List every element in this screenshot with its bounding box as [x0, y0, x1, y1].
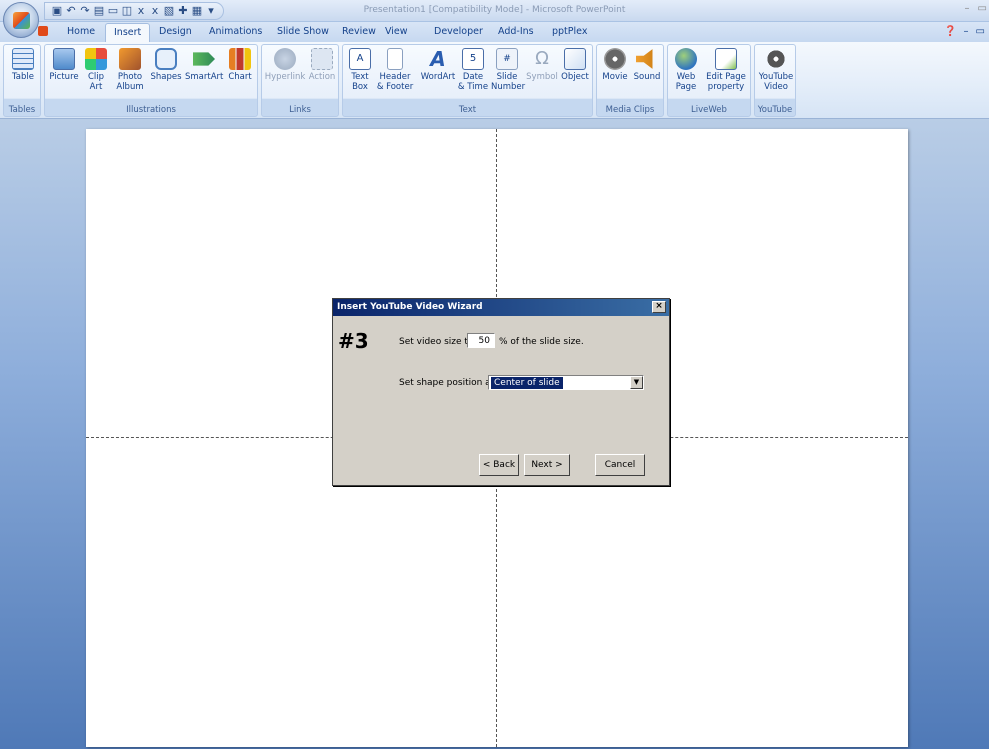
object-button[interactable]: Object — [559, 48, 591, 82]
calendar-icon: 5 — [462, 48, 484, 70]
speaker-icon — [636, 49, 653, 69]
ribbon-tabs: Home Insert Design Animations Slide Show… — [0, 22, 989, 43]
ribbon-controls: ❓ – ▭ — [944, 26, 985, 37]
text-box-icon: A — [349, 48, 371, 70]
table-button[interactable]: Table — [8, 48, 38, 82]
action-icon — [311, 48, 333, 70]
window-controls: – ▭ — [965, 3, 987, 14]
group-liveweb: Web Page Edit Page property LiveWeb — [667, 44, 751, 117]
dialog-title: Insert YouTube Video Wizard — [333, 299, 669, 316]
size-suffix-label: % of the slide size. — [499, 337, 584, 347]
shapes-button[interactable]: Shapes — [149, 48, 183, 82]
position-select[interactable]: Center of slide ▼ — [488, 375, 644, 390]
chart-button[interactable]: Chart — [225, 48, 255, 82]
hyperlink-button[interactable]: Hyperlink — [264, 48, 306, 82]
action-button[interactable]: Action — [306, 48, 338, 82]
group-links: Hyperlink Action Links — [261, 44, 339, 117]
smartart-button[interactable]: SmartArt — [185, 48, 223, 82]
slide-number-icon: # — [496, 48, 518, 70]
slide-number-button[interactable]: # Slide Number — [491, 48, 525, 92]
tab-view[interactable]: View — [385, 26, 408, 37]
restore-icon[interactable]: ▭ — [978, 3, 987, 14]
size-prefix-label: Set video size to — [399, 337, 474, 347]
tab-animations[interactable]: Animations — [209, 26, 262, 37]
header-footer-icon — [387, 48, 403, 70]
web-page-button[interactable]: Web Page — [670, 48, 702, 92]
tab-slide-show[interactable]: Slide Show — [277, 26, 329, 37]
group-illustrations: Picture Clip Art Photo Album Shapes Smar… — [44, 44, 258, 117]
picture-button[interactable]: Picture — [49, 48, 79, 82]
group-label-youtube: YouTube — [757, 105, 793, 115]
youtube-wizard-dialog: Insert YouTube Video Wizard × #3 Set vid… — [332, 298, 670, 486]
group-label-tables: Tables — [8, 105, 36, 115]
group-text: A Text Box Header & Footer A WordArt 5 D… — [342, 44, 593, 117]
shapes-icon — [155, 48, 177, 70]
tab-review[interactable]: Review — [342, 26, 376, 37]
omega-icon: Ω — [535, 48, 549, 69]
header-footer-button[interactable]: Header & Footer — [375, 48, 415, 92]
group-label-illustrations: Illustrations — [126, 105, 176, 115]
window-title: Presentation1 [Compatibility Mode] - Mic… — [363, 5, 626, 15]
tab-add-ins[interactable]: Add-Ins — [498, 26, 534, 37]
position-label: Set shape position at: — [399, 378, 498, 388]
wordart-icon: A — [430, 47, 446, 71]
clip-art-button[interactable]: Clip Art — [81, 48, 111, 92]
minimize-icon[interactable]: – — [965, 3, 970, 14]
title-bar: ▣ ↶ ↷ ▤ ▭ ◫ x x ▧ ✚ ▦ ▾ Presentation1 [C… — [0, 0, 989, 22]
group-label-text: Text — [458, 105, 477, 115]
clip-art-icon — [85, 48, 107, 70]
group-media-clips: Movie Sound Media Clips — [596, 44, 664, 117]
group-label-liveweb: LiveWeb — [691, 105, 727, 115]
photo-album-icon — [119, 48, 141, 70]
dropdown-arrow-icon[interactable]: ▼ — [630, 376, 643, 389]
tab-design[interactable]: Design — [159, 26, 192, 37]
photo-album-button[interactable]: Photo Album — [113, 48, 147, 92]
globe-icon — [675, 48, 697, 70]
tab-addins-icon[interactable] — [38, 26, 48, 39]
tab-developer[interactable]: Developer — [434, 26, 483, 37]
step-number: #3 — [338, 329, 369, 353]
symbol-button[interactable]: Ω Symbol — [525, 48, 559, 82]
table-icon — [12, 48, 34, 70]
tab-pptplex[interactable]: pptPlex — [552, 26, 587, 37]
group-label-media: Media Clips — [605, 105, 655, 115]
ribbon: Table Tables Picture Clip Art Photo Albu… — [0, 42, 989, 119]
cancel-button[interactable]: Cancel — [595, 454, 645, 476]
sound-button[interactable]: Sound — [631, 48, 663, 82]
movie-button[interactable]: Movie — [599, 48, 631, 82]
edit-page-icon — [715, 48, 737, 70]
text-box-button[interactable]: A Text Box — [347, 48, 373, 92]
hyperlink-icon — [274, 48, 296, 70]
office-logo-icon — [13, 12, 30, 29]
tab-home[interactable]: Home — [67, 26, 95, 37]
ribbon-minimize-icon[interactable]: – — [964, 26, 969, 37]
youtube-film-icon — [765, 48, 787, 70]
tab-insert[interactable]: Insert — [105, 23, 151, 43]
film-reel-icon — [604, 48, 626, 70]
office-button[interactable] — [3, 2, 39, 38]
group-tables: Table Tables — [3, 44, 41, 117]
close-icon[interactable]: × — [652, 301, 666, 313]
edit-page-property-button[interactable]: Edit Page property — [702, 48, 750, 92]
smartart-icon — [193, 52, 215, 66]
ribbon-restore-icon[interactable]: ▭ — [976, 26, 985, 37]
object-icon — [564, 48, 586, 70]
position-select-value: Center of slide — [491, 377, 563, 389]
youtube-video-button[interactable]: YouTube Video — [757, 48, 795, 92]
next-button[interactable]: Next > — [524, 454, 570, 476]
picture-icon — [53, 48, 75, 70]
group-label-links: Links — [289, 105, 311, 115]
wordart-button[interactable]: A WordArt — [419, 48, 457, 82]
video-size-input[interactable]: 50 — [467, 333, 495, 348]
chart-icon — [229, 48, 251, 70]
back-button[interactable]: < Back — [479, 454, 519, 476]
date-time-button[interactable]: 5 Date & Time — [457, 48, 489, 92]
help-icon[interactable]: ❓ — [944, 26, 956, 37]
group-youtube: YouTube Video YouTube — [754, 44, 796, 117]
